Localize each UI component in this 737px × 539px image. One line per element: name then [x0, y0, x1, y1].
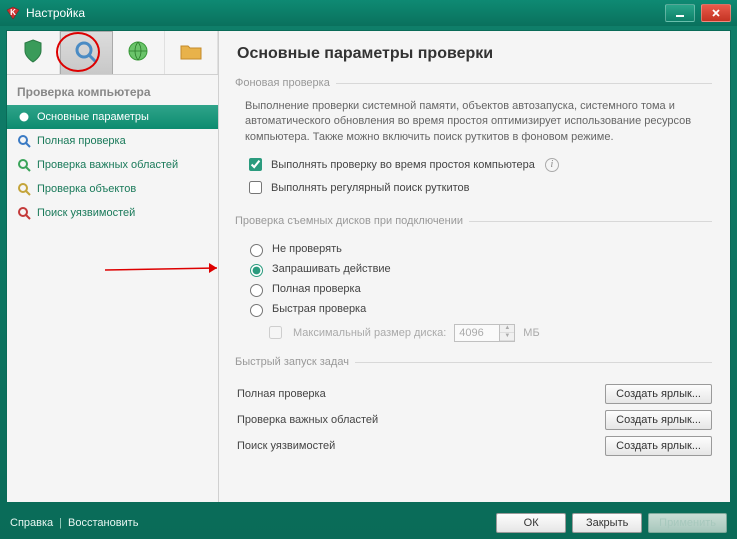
footer-buttons: ОК Закрыть Применить [496, 513, 727, 533]
separator: | [59, 517, 62, 529]
checkbox-idle-scan[interactable] [249, 158, 262, 171]
magnifier-blue-icon [17, 134, 31, 148]
create-shortcut-button[interactable]: Создать ярлык... [605, 384, 712, 404]
close-footer-button[interactable]: Закрыть [572, 513, 642, 533]
max-size-spinner: ▲▼ [454, 324, 515, 342]
group-legend: Проверка съемных дисков при подключении [235, 215, 469, 227]
background-scan-description: Выполнение проверки системной памяти, об… [245, 99, 712, 145]
radio-ask-row[interactable]: Запрашивать действие [245, 261, 712, 277]
sidebar: Проверка компьютера Основные параметры П… [7, 31, 219, 502]
spinner-down: ▼ [500, 333, 514, 341]
radio-label: Быстрая проверка [272, 303, 366, 315]
radio-ask[interactable] [250, 264, 263, 277]
magnifier-icon [73, 39, 99, 68]
group-background-scan: Фоновая проверка Выполнение проверки сис… [237, 77, 712, 201]
task-row-important: Проверка важных областей Создать ярлык..… [237, 410, 712, 430]
app-icon: K [6, 6, 20, 20]
task-row-vuln: Поиск уязвимостей Создать ярлык... [237, 436, 712, 456]
footer-links: Справка | Восстановить [10, 517, 496, 529]
radio-quick-row[interactable]: Быстрая проверка [245, 301, 712, 317]
nav-main-params[interactable]: Основные параметры [7, 105, 218, 129]
group-legend: Фоновая проверка [235, 77, 336, 89]
page-title: Основные параметры проверки [237, 45, 712, 63]
close-button[interactable] [701, 4, 731, 22]
shield-icon [22, 38, 44, 67]
task-label: Проверка важных областей [237, 414, 378, 426]
magnifier-red-icon [17, 206, 31, 220]
create-shortcut-button[interactable]: Создать ярлык... [605, 410, 712, 430]
max-size-input [455, 325, 499, 341]
nav-full-scan[interactable]: Полная проверка [7, 129, 218, 153]
ok-button[interactable]: ОК [496, 513, 566, 533]
nav-important-areas[interactable]: Проверка важных областей [7, 153, 218, 177]
protection-tab[interactable] [7, 31, 60, 74]
folder-icon [179, 40, 203, 65]
update-tab[interactable] [113, 31, 166, 74]
checkbox-idle-scan-row[interactable]: Выполнять проверку во время простоя комп… [245, 155, 712, 174]
footer: Справка | Восстановить ОК Закрыть Примен… [0, 507, 737, 539]
nav-vulnerability[interactable]: Поиск уязвимостей [7, 201, 218, 225]
settings-window: K Настройка Прове [0, 0, 737, 539]
help-link[interactable]: Справка [10, 517, 53, 529]
nav-objects-scan[interactable]: Проверка объектов [7, 177, 218, 201]
radio-no-scan[interactable] [250, 244, 263, 257]
radio-label: Запрашивать действие [272, 263, 391, 275]
checkbox-rootkit[interactable] [249, 181, 262, 194]
spinner-up: ▲ [500, 325, 514, 333]
max-size-unit: МБ [523, 327, 539, 339]
nav-item-label: Поиск уязвимостей [37, 207, 135, 219]
window-title: Настройка [26, 6, 665, 20]
max-size-label: Максимальный размер диска: [293, 327, 446, 339]
magnifier-yellow-icon [17, 182, 31, 196]
spinner-buttons: ▲▼ [499, 325, 514, 341]
max-size-row: Максимальный размер диска: ▲▼ МБ [265, 323, 712, 342]
globe-icon [126, 39, 150, 66]
checkbox-label: Выполнять проверку во время простоя комп… [271, 159, 535, 171]
sidebar-section-title: Проверка компьютера [7, 75, 218, 105]
nav-item-label: Основные параметры [37, 111, 149, 123]
nav-item-label: Проверка важных областей [37, 159, 178, 171]
checkbox-rootkit-row[interactable]: Выполнять регулярный поиск руткитов [245, 178, 712, 197]
radio-quick[interactable] [250, 304, 263, 317]
dot-icon [17, 110, 31, 124]
tabstrip [7, 31, 218, 75]
radio-label: Полная проверка [272, 283, 361, 295]
content-panel: Основные параметры проверки Фоновая пров… [219, 31, 730, 502]
checkbox-max-size [269, 326, 282, 339]
checkbox-label: Выполнять регулярный поиск руткитов [271, 182, 469, 194]
window-body: Проверка компьютера Основные параметры П… [6, 30, 731, 503]
group-quick-launch: Быстрый запуск задач Полная проверка Соз… [237, 356, 712, 462]
task-label: Полная проверка [237, 388, 326, 400]
radio-no-scan-row[interactable]: Не проверять [245, 241, 712, 257]
nav-list: Основные параметры Полная проверка Прове… [7, 105, 218, 225]
titlebar: K Настройка [0, 0, 737, 26]
misc-tab[interactable] [165, 31, 218, 74]
scan-tab[interactable] [60, 31, 113, 74]
svg-text:K: K [10, 8, 16, 17]
info-icon[interactable]: i [545, 158, 559, 172]
magnifier-green-icon [17, 158, 31, 172]
create-shortcut-button[interactable]: Создать ярлык... [605, 436, 712, 456]
minimize-button[interactable] [665, 4, 695, 22]
task-row-full: Полная проверка Создать ярлык... [237, 384, 712, 404]
radio-label: Не проверять [272, 243, 342, 255]
restore-link[interactable]: Восстановить [68, 517, 138, 529]
group-legend: Быстрый запуск задач [235, 356, 355, 368]
radio-full-row[interactable]: Полная проверка [245, 281, 712, 297]
group-removable-scan: Проверка съемных дисков при подключении … [237, 215, 712, 342]
nav-item-label: Проверка объектов [37, 183, 136, 195]
radio-full[interactable] [250, 284, 263, 297]
apply-button[interactable]: Применить [648, 513, 727, 533]
task-label: Поиск уязвимостей [237, 440, 335, 452]
nav-item-label: Полная проверка [37, 135, 126, 147]
